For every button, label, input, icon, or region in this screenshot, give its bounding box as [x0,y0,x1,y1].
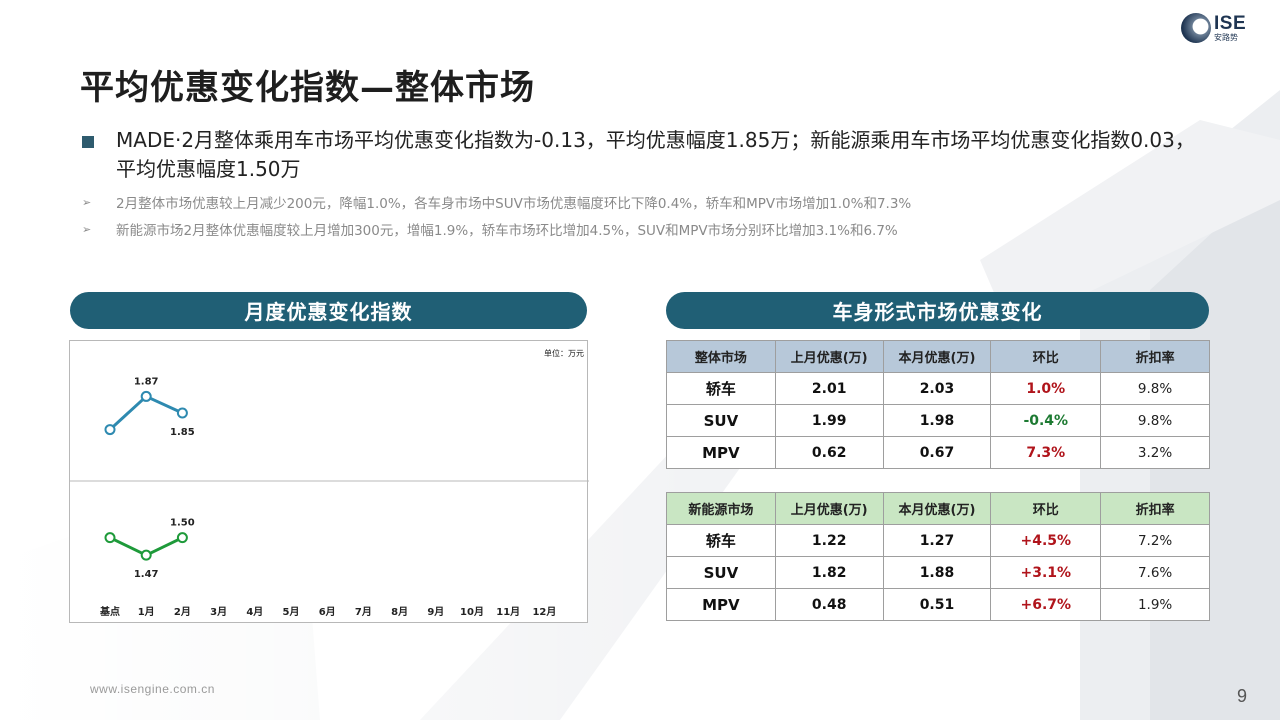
table-header-cell: 本月优惠(万) [882,492,992,525]
data-point [140,549,152,561]
table-cell: 1.22 [774,524,884,557]
arrow-bullet-icon: ➢ [82,222,92,236]
table-cell: 7.6% [1100,556,1210,589]
data-point [104,532,116,544]
footer-url: www.isengine.com.cn [90,682,215,696]
x-tick-label: 2月 [174,606,191,618]
table-cell: 9.8% [1100,404,1210,437]
table-header-cell: 折扣率 [1100,340,1210,373]
nev-market-table: 新能源市场 上月优惠(万) 本月优惠(万) 环比 折扣率 轿车 1.22 1.2… [666,492,1210,621]
table-row: 轿车 2.01 2.03 1.0% 9.8% [666,372,1210,405]
chart-svg: 1.87 1.85 1.47 1.50 基点 1月 2月 3月 4月 5月 6月 7月 8月 9月 10月 1… [70,376,589,618]
table-cell: 轿车 [666,372,776,405]
data-point [176,532,188,544]
logo-mark-icon [1181,13,1211,43]
table-header-cell: 环比 [990,340,1102,373]
x-tick-label: 10月 [460,606,484,618]
table-cell: 7.3% [990,436,1102,469]
table-cell: 0.67 [882,436,992,469]
data-point [176,407,188,419]
table-cell: 0.62 [774,436,884,469]
x-tick-label: 4月 [246,606,263,618]
table-header-cell: 新能源市场 [666,492,776,525]
table-cell: 1.9% [1100,588,1210,621]
data-label: 1.50 [170,518,195,529]
table-header-cell: 环比 [990,492,1102,525]
x-tick-label: 6月 [319,606,336,618]
table-cell: 1.27 [882,524,992,557]
table-header-cell: 整体市场 [666,340,776,373]
table-cell: 7.2% [1100,524,1210,557]
logo-text: ISE [1214,13,1247,34]
table-cell: 1.98 [882,404,992,437]
overall-market-table: 整体市场 上月优惠(万) 本月优惠(万) 环比 折扣率 轿车 2.01 2.03… [666,340,1210,469]
right-panel-header: 车身形式市场优惠变化 [666,292,1209,329]
sub-bullet: ➢ 2月整体市场优惠较上月减少200元，降幅1.0%，各车身市场中SUV市场优惠… [82,192,912,213]
monthly-index-chart: 单位：万元 1.87 1.85 1.47 1.50 基点 1月 2月 3月 4月 5月 6月 7月 8月… [69,340,589,623]
main-bullet-text: MADE·2月整体乘用车市场平均优惠变化指数为-0.13，平均优惠幅度1.85万… [116,128,1195,181]
table-cell: 3.2% [1100,436,1210,469]
x-tick-label: 7月 [355,606,372,618]
table-cell: 1.0% [990,372,1102,405]
sub-bullet: ➢ 新能源市场2月整体优惠幅度较上月增加300元，增幅1.9%，轿车市场环比增加… [82,219,898,240]
table-row: MPV 0.48 0.51 +6.7% 1.9% [666,588,1210,621]
data-label: 1.87 [134,376,159,387]
table-row: SUV 1.99 1.98 -0.4% 9.8% [666,404,1210,437]
table-header-row: 整体市场 上月优惠(万) 本月优惠(万) 环比 折扣率 [666,340,1210,373]
table-row: MPV 0.62 0.67 7.3% 3.2% [666,436,1210,469]
table-cell: +6.7% [990,588,1102,621]
table-cell: MPV [666,436,776,469]
table-cell: 2.03 [882,372,992,405]
table-cell: +3.1% [990,556,1102,589]
arrow-bullet-icon: ➢ [82,195,92,209]
table-cell: +4.5% [990,524,1102,557]
x-tick-label: 11月 [496,606,520,618]
sub-bullet-text: 新能源市场2月整体优惠幅度较上月增加300元，增幅1.9%，轿车市场环比增加4.… [116,223,898,239]
table-cell: 0.51 [882,588,992,621]
table-header-cell: 本月优惠(万) [882,340,992,373]
square-bullet-icon [82,136,94,148]
table-cell: 0.48 [774,588,884,621]
page-number: 9 [1237,686,1248,706]
page-title: 平均优惠变化指数—整体市场 [80,68,535,108]
table-header-cell: 折扣率 [1100,492,1210,525]
x-tick-label: 8月 [391,606,408,618]
table-header-cell: 上月优惠(万) [774,492,884,525]
table-cell: 1.88 [882,556,992,589]
x-tick-label: 5月 [283,606,300,618]
x-tick-label: 3月 [210,606,227,618]
x-tick-label: 9月 [427,606,444,618]
table-cell: MPV [666,588,776,621]
table-row: 轿车 1.22 1.27 +4.5% 7.2% [666,524,1210,557]
table-cell: 轿车 [666,524,776,557]
data-point [140,390,152,402]
sub-bullet-text: 2月整体市场优惠较上月减少200元，降幅1.0%，各车身市场中SUV市场优惠幅度… [116,196,912,212]
data-label: 1.47 [134,569,159,580]
x-tick-label: 基点 [99,605,120,618]
main-bullet: MADE·2月整体乘用车市场平均优惠变化指数为-0.13，平均优惠幅度1.85万… [82,126,1202,184]
table-cell: SUV [666,404,776,437]
table-row: SUV 1.82 1.88 +3.1% 7.6% [666,556,1210,589]
data-label: 1.85 [170,427,195,438]
table-cell: SUV [666,556,776,589]
table-cell: 2.01 [774,372,884,405]
table-header-row: 新能源市场 上月优惠(万) 本月优惠(万) 环比 折扣率 [666,492,1210,525]
table-cell: 1.99 [774,404,884,437]
table-cell: 1.82 [774,556,884,589]
table-cell: -0.4% [990,404,1102,437]
table-cell: 9.8% [1100,372,1210,405]
logo-subtext: 安路势 [1214,33,1238,42]
x-tick-label: 1月 [138,606,155,618]
x-tick-label: 12月 [532,606,556,618]
left-panel-header: 月度优惠变化指数 [70,292,587,329]
data-point [104,424,116,436]
table-header-cell: 上月优惠(万) [774,340,884,373]
company-logo: ISE 安路势 [1181,12,1251,44]
